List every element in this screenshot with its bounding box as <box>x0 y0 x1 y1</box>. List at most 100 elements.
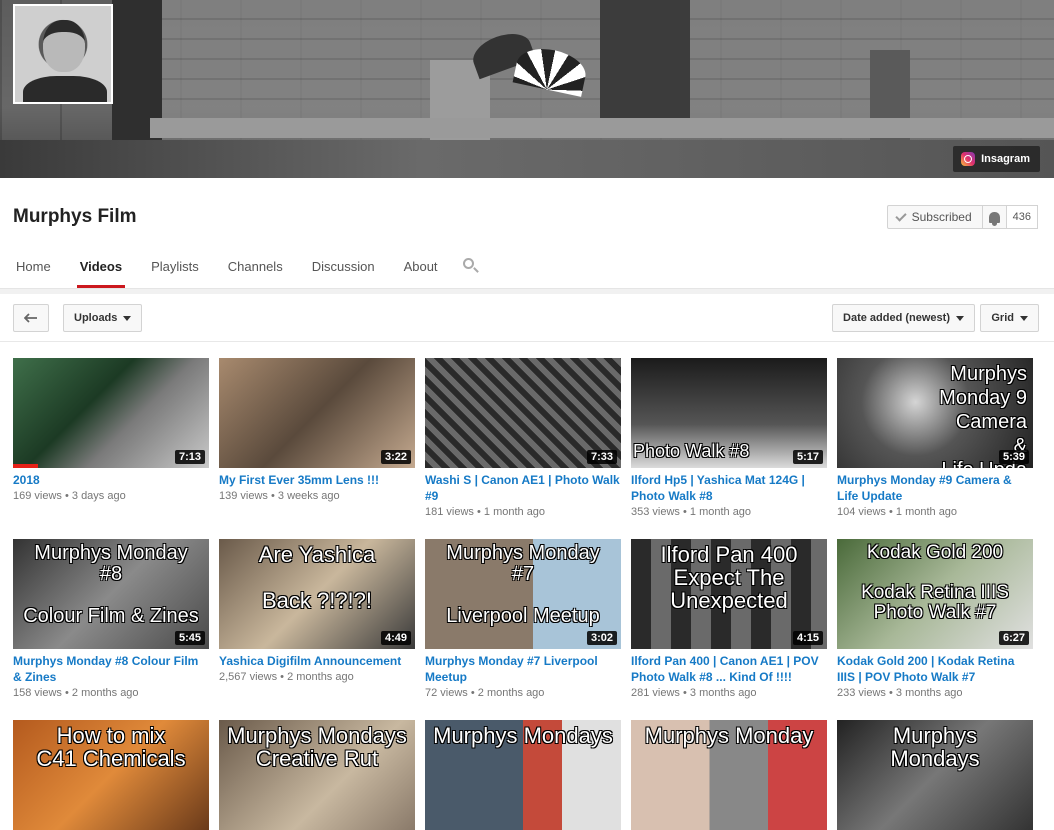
tab-discussion[interactable]: Discussion <box>296 244 388 288</box>
video-thumbnail[interactable]: Murphys Monday #7 Liverpool Meetup 3:02 <box>425 539 621 649</box>
video-card[interactable]: Murphys Monday <box>631 720 827 830</box>
video-thumbnail[interactable]: How to mix C41 Chemicals <box>13 720 209 830</box>
video-card[interactable]: Murphys Monday #8 Colour Film & Zines 5:4… <box>13 539 209 701</box>
video-duration: 3:22 <box>380 450 411 464</box>
video-duration: 3:02 <box>586 631 617 645</box>
video-title-link[interactable]: Murphys Monday #8 Colour Film & Zines <box>13 653 209 685</box>
watch-progress-bar <box>13 464 38 468</box>
uploads-dropdown[interactable]: Uploads <box>63 304 143 332</box>
video-thumbnail[interactable]: Murphys Monday 9 Camera & Life Upda5:39 <box>837 358 1033 468</box>
video-meta: 233 views • 3 months ago <box>837 686 1033 701</box>
sort-label: Date added (newest) <box>843 312 950 324</box>
subscriber-count: 436 <box>1006 205 1038 229</box>
back-arrow-icon <box>24 313 37 323</box>
subscribed-button[interactable]: Subscribed <box>886 205 983 229</box>
video-age: 1 month ago <box>483 506 546 518</box>
video-age: 3 weeks ago <box>277 490 340 502</box>
video-views: 181 views <box>425 506 474 518</box>
video-views: 158 views <box>13 687 62 699</box>
videos-toolbar: Uploads Date added (newest) Grid <box>0 294 1054 342</box>
video-duration: 4:49 <box>380 631 411 645</box>
video-card[interactable]: 3:22 My First Ever 35mm Lens !!! 139 views… <box>219 358 415 504</box>
video-title-link[interactable]: Ilford Pan 400 | Canon AE1 | POV Photo W… <box>631 653 827 685</box>
chevron-down-icon <box>956 315 964 321</box>
video-card[interactable]: Photo Walk #8 5:17 Ilford Hp5 | Yashica Ma… <box>631 358 827 520</box>
video-duration: 6:27 <box>998 631 1029 645</box>
video-card[interactable]: Kodak Gold 200 Kodak Retina IIIS Photo W… <box>837 539 1033 701</box>
instagram-link-label: Insagram <box>981 153 1030 165</box>
channel-search-button[interactable] <box>451 244 487 288</box>
thumbnail-text: Murphys Mondays <box>433 723 613 748</box>
meta-separator: • <box>267 490 278 502</box>
thumbnail-text: Murphys Mondays <box>890 723 980 772</box>
video-views: 139 views <box>219 490 268 502</box>
instagram-link[interactable]: Insagram <box>953 146 1040 172</box>
banner-pillar <box>600 0 690 125</box>
channel-avatar[interactable] <box>13 4 113 104</box>
video-age: 2 months ago <box>287 671 354 683</box>
video-title-link[interactable]: Yashica Digifilm Announcement <box>219 653 415 669</box>
meta-separator: • <box>473 506 484 518</box>
tab-about[interactable]: About <box>388 244 451 288</box>
video-title-link[interactable]: 2018 <box>13 472 209 488</box>
video-thumbnail[interactable]: 7:13 <box>13 358 209 468</box>
search-icon <box>463 257 475 269</box>
video-thumbnail[interactable]: 7:33 <box>425 358 621 468</box>
subscribe-controls: Subscribed 436 <box>886 205 1038 229</box>
meta-separator: • <box>61 687 72 699</box>
tab-home[interactable]: Home <box>0 244 64 288</box>
video-card[interactable]: Murphys Monday 9 Camera & Life Upda5:39 M… <box>837 358 1033 520</box>
video-age: 2 months ago <box>71 687 139 699</box>
video-age: 1 month ago <box>689 506 752 518</box>
channel-title: Murphys Film <box>13 206 137 227</box>
video-card[interactable]: 7:13 2018 169 views • 3 days ago <box>13 358 209 504</box>
video-card[interactable]: Murphys Mondays Creative Rut <box>219 720 415 830</box>
meta-separator: • <box>679 687 690 699</box>
video-title-link[interactable]: My First Ever 35mm Lens !!! <box>219 472 415 488</box>
video-title-link[interactable]: Murphys Monday #9 Camera & Life Update <box>837 472 1033 504</box>
video-thumbnail[interactable]: Photo Walk #8 5:17 <box>631 358 827 468</box>
video-title-link[interactable]: Kodak Gold 200 | Kodak Retina IIIS | POV… <box>837 653 1033 685</box>
video-thumbnail[interactable]: Ilford Pan 400 Expect The Unexpected 4:15 <box>631 539 827 649</box>
video-thumbnail[interactable]: 3:22 <box>219 358 415 468</box>
video-title-link[interactable]: Washi S | Canon AE1 | Photo Walk #9 <box>425 472 621 504</box>
video-card[interactable]: Ilford Pan 400 Expect The Unexpected 4:15… <box>631 539 827 701</box>
bell-icon <box>988 211 1000 226</box>
meta-separator: • <box>61 490 72 502</box>
video-thumbnail[interactable]: Murphys Monday <box>631 720 827 830</box>
meta-separator: • <box>277 671 288 683</box>
tab-playlists[interactable]: Playlists <box>135 244 212 288</box>
meta-separator: • <box>679 506 690 518</box>
video-card[interactable]: 7:33 Washi S | Canon AE1 | Photo Walk #9 1… <box>425 358 621 520</box>
back-button[interactable] <box>13 304 49 332</box>
video-thumbnail[interactable]: Kodak Gold 200 Kodak Retina IIIS Photo W… <box>837 539 1033 649</box>
video-thumbnail[interactable]: Murphys Mondays Creative Rut <box>219 720 415 830</box>
video-title-link[interactable]: Murphys Monday #7 Liverpool Meetup <box>425 653 621 685</box>
video-meta: 353 views • 1 month ago <box>631 505 827 520</box>
checkmark-icon <box>894 209 907 222</box>
chevron-down-icon <box>1020 315 1028 321</box>
video-age: 3 days ago <box>71 490 126 502</box>
video-card[interactable]: Murphys Mondays <box>425 720 621 830</box>
thumbnail-text: Are Yashica Back ?!?!?! <box>258 542 376 614</box>
video-thumbnail[interactable]: Murphys Monday #8 Colour Film & Zines 5:4… <box>13 539 209 649</box>
video-card[interactable]: How to mix C41 Chemicals <box>13 720 209 830</box>
view-dropdown[interactable]: Grid <box>980 304 1039 332</box>
video-card[interactable]: Are Yashica Back ?!?!?! 4:49 Yashica Digif… <box>219 539 415 685</box>
video-age: 1 month ago <box>895 506 958 518</box>
video-title-link[interactable]: Ilford Hp5 | Yashica Mat 124G | Photo Wa… <box>631 472 827 504</box>
video-meta: 158 views • 2 months ago <box>13 686 209 701</box>
video-thumbnail[interactable]: Murphys Mondays <box>425 720 621 830</box>
video-card[interactable]: Murphys Mondays <box>837 720 1033 830</box>
sort-dropdown[interactable]: Date added (newest) <box>832 304 975 332</box>
tab-videos[interactable]: Videos <box>64 244 135 288</box>
video-thumbnail[interactable]: Are Yashica Back ?!?!?! 4:49 <box>219 539 415 649</box>
video-views: 233 views <box>837 687 886 699</box>
video-meta: 2,567 views • 2 months ago <box>219 670 415 685</box>
banner-ledge <box>150 118 1054 138</box>
video-card[interactable]: Murphys Monday #7 Liverpool Meetup 3:02 Mu… <box>425 539 621 701</box>
video-thumbnail[interactable]: Murphys Mondays <box>837 720 1033 830</box>
video-meta: 72 views • 2 months ago <box>425 686 621 701</box>
tab-channels[interactable]: Channels <box>212 244 296 288</box>
notification-bell-button[interactable] <box>982 205 1007 229</box>
